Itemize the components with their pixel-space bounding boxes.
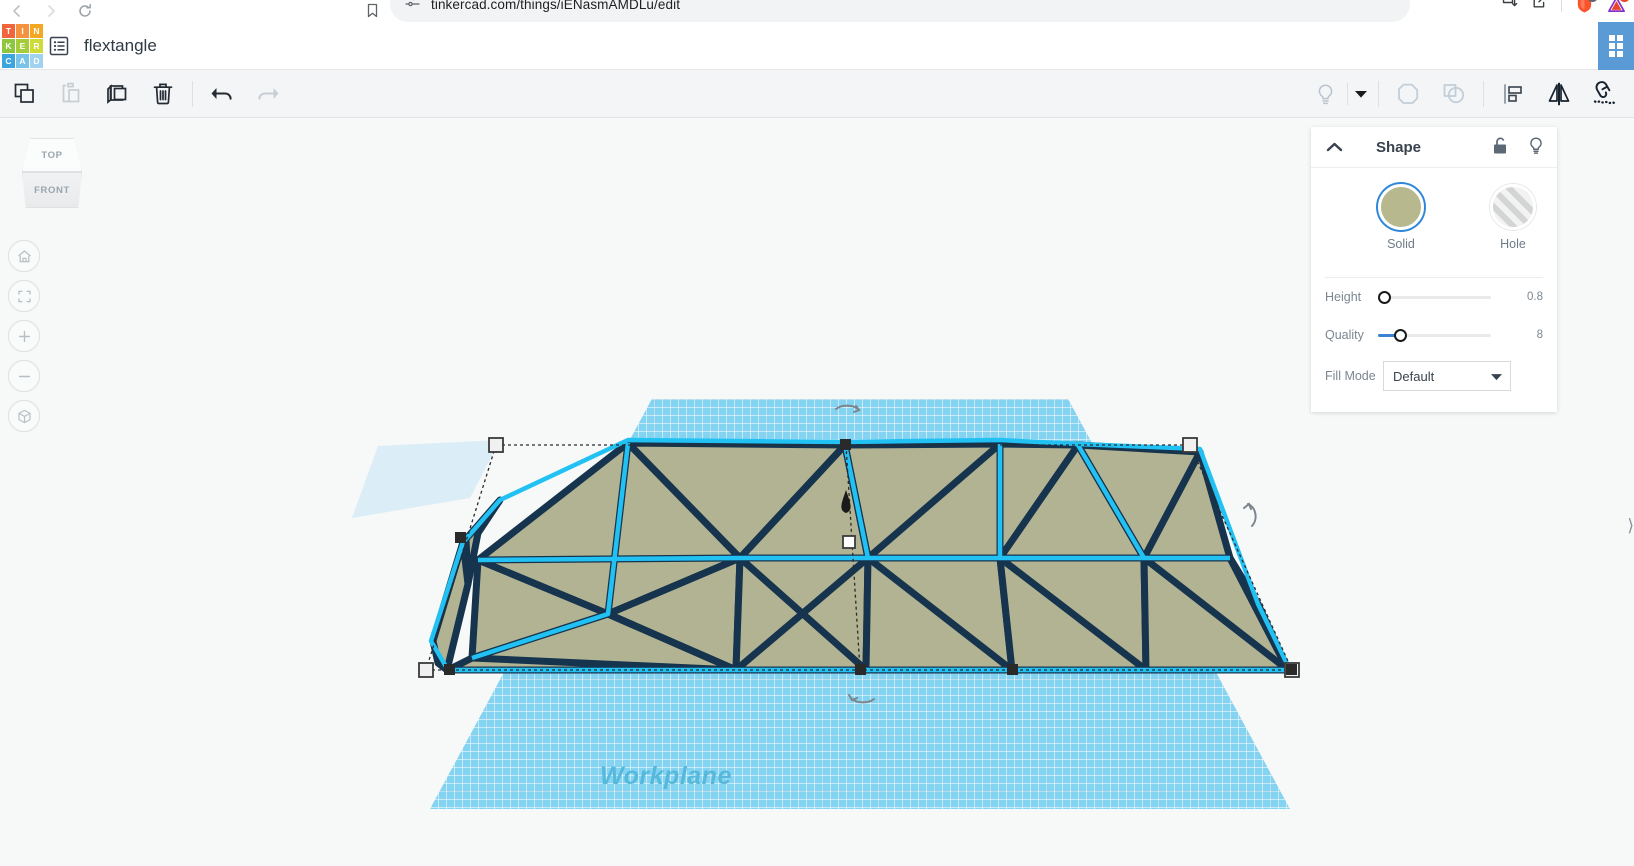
fill-mode-select[interactable]: Default (1383, 361, 1511, 391)
hole-swatch[interactable] (1490, 184, 1536, 230)
hole-label: Hole (1500, 237, 1526, 251)
fill-mode-row: Fill Mode Default (1325, 354, 1543, 398)
solid-swatch[interactable] (1378, 184, 1424, 230)
magnet-button[interactable] (1582, 70, 1628, 118)
material-option-hole[interactable]: Hole (1485, 184, 1541, 251)
material-options: Solid Hole (1325, 184, 1543, 251)
site-settings-icon[interactable] (404, 0, 421, 15)
quality-slider[interactable] (1378, 328, 1491, 342)
height-slider-knob[interactable] (1378, 290, 1392, 304)
shape-panel-title: Shape (1376, 138, 1422, 156)
group-button (1385, 70, 1431, 118)
unlock-icon[interactable] (1491, 136, 1509, 160)
light-dropdown[interactable] (1350, 70, 1372, 118)
brave-shields-icon[interactable]: 2 (1575, 0, 1598, 14)
align-button[interactable] (1490, 70, 1536, 118)
height-slider-track (1378, 295, 1491, 299)
material-option-solid[interactable]: Solid (1373, 184, 1429, 251)
height-property-row: Height 0.8 (1325, 278, 1543, 316)
browser-action-icons: 2 1 (1501, 0, 1630, 21)
height-value[interactable]: 0.8 (1501, 291, 1543, 303)
logo-tile-4: E (16, 39, 29, 53)
logo-tile-8: D (30, 54, 43, 68)
logo-tile-6: C (2, 54, 15, 68)
url-text: tinkercad.com/things/iENasmAMDLu/edit (431, 0, 681, 12)
reload-icon[interactable] (76, 2, 94, 20)
caret-down-icon[interactable] (1491, 369, 1502, 384)
fill-mode-label: Fill Mode (1325, 369, 1376, 383)
quality-label: Quality (1325, 328, 1364, 342)
browser-toolbar: tinkercad.com/things/iENasmAMDLu/edit 2 … (0, 0, 1634, 22)
shape-panel-body: Solid Hole Height 0.8 Quality 8 Fill Mod… (1311, 168, 1557, 412)
shape-panel-header: Shape (1311, 127, 1557, 168)
save-page-icon[interactable] (1501, 0, 1518, 15)
fill-mode-value: Default (1393, 368, 1435, 384)
address-bar[interactable]: tinkercad.com/things/iENasmAMDLu/edit (390, 0, 1410, 22)
toolbar-separator (1378, 81, 1379, 107)
page-title[interactable]: flextangle (84, 36, 157, 56)
quality-slider-knob[interactable] (1394, 328, 1408, 342)
paste-button (48, 70, 94, 118)
undo-button[interactable] (199, 70, 245, 118)
mirror-button[interactable] (1536, 70, 1582, 118)
quality-value[interactable]: 8 (1501, 329, 1543, 341)
logo-tile-0: T (2, 24, 15, 38)
apps-grid-icon[interactable] (1598, 22, 1634, 70)
ungroup-button (1431, 70, 1477, 118)
height-label: Height (1325, 290, 1362, 304)
light-button (1305, 70, 1345, 118)
collapse-right-icon[interactable]: ⟩ (1627, 516, 1634, 536)
rotate-handle-right (1247, 503, 1257, 527)
bookmark-icon[interactable] (365, 2, 380, 24)
editor-toolbar (0, 70, 1634, 118)
extension-warning-icon[interactable]: 1 (1607, 0, 1630, 14)
back-arrow-icon[interactable] (8, 2, 26, 20)
duplicate-button[interactable] (94, 70, 140, 118)
delete-button[interactable] (140, 70, 186, 118)
logo-tile-1: I (16, 24, 29, 38)
logo-tile-7: A (16, 54, 29, 68)
tinkercad-logo[interactable]: T I N K E R C A D (2, 24, 43, 68)
shape-panel: Shape Solid Hole Height 0.8 Quality 8 Fi… (1311, 127, 1557, 412)
redo-button (245, 70, 291, 118)
toolbar-separator (1483, 81, 1484, 107)
chevron-up-icon[interactable] (1325, 141, 1344, 154)
app-header: T I N K E R C A D flextangle (0, 22, 1634, 70)
height-slider[interactable] (1378, 290, 1491, 304)
toolbar-separator (192, 81, 193, 107)
logo-tile-5: R (30, 39, 43, 53)
solid-label: Solid (1387, 237, 1415, 251)
toolbar-separator (1347, 83, 1348, 105)
browser-nav-buttons (8, 0, 94, 22)
logo-tile-3: K (2, 39, 15, 53)
logo-tile-2: N (30, 24, 43, 38)
rotate-handle-top (835, 404, 859, 410)
document-list-icon[interactable] (47, 34, 71, 58)
forward-arrow-icon[interactable] (42, 2, 60, 20)
copy-button[interactable] (2, 70, 48, 118)
share-icon[interactable] (1531, 0, 1548, 15)
toolbar-divider (1561, 0, 1562, 12)
lightbulb-icon[interactable] (1527, 136, 1545, 160)
quality-property-row: Quality 8 (1325, 316, 1543, 354)
